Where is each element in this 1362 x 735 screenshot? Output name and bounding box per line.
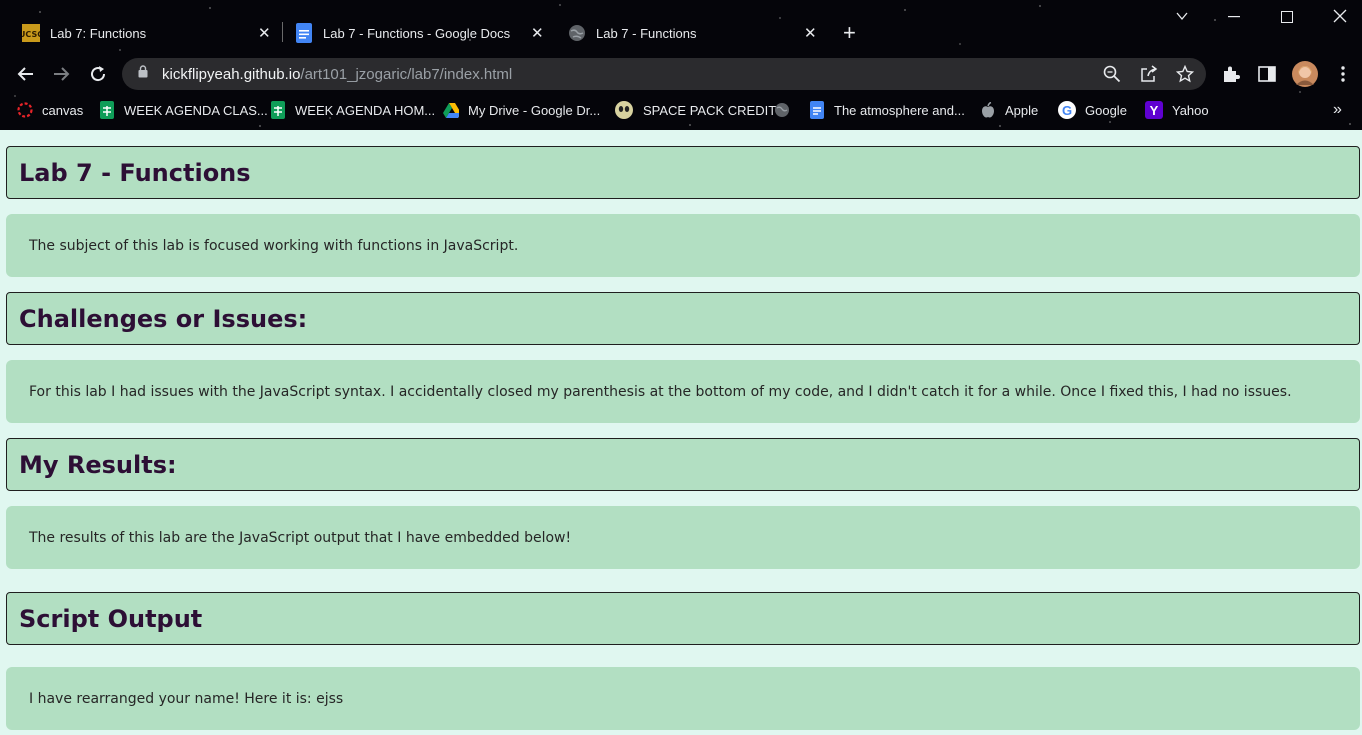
output-header: Script Output (6, 592, 1360, 645)
drive-icon (443, 102, 459, 118)
bookmarks-overflow-button[interactable]: » (1333, 98, 1342, 122)
challenges-section: For this lab I had issues with the JavaS… (6, 360, 1360, 423)
challenges-text: For this lab I had issues with the JavaS… (29, 383, 1292, 400)
minimize-icon[interactable] (1228, 4, 1240, 21)
results-header: My Results: (6, 438, 1360, 491)
apple-icon (980, 102, 996, 118)
bookmark-week-agenda-home[interactable]: WEEK AGENDA HOM... (270, 98, 435, 122)
tab-search-icon[interactable] (1176, 8, 1188, 24)
bookmark-label: SPACE PACK CREDIT (643, 102, 777, 118)
bookmark-yahoo[interactable]: Y Yahoo (1145, 98, 1209, 122)
bookmark-canvas[interactable]: canvas (17, 98, 83, 122)
share-icon[interactable] (1140, 65, 1158, 83)
bookmark-google[interactable]: G Google (1058, 98, 1127, 122)
bookmark-label: WEEK AGENDA CLAS... (124, 102, 268, 118)
zoom-icon[interactable] (1103, 65, 1121, 83)
lock-icon[interactable] (138, 65, 148, 83)
page-content: Lab 7 - Functions The subject of this la… (0, 130, 1362, 735)
close-tab-icon[interactable]: ✕ (804, 24, 817, 42)
bookmark-week-agenda-class[interactable]: WEEK AGENDA CLAS... (99, 98, 268, 122)
close-tab-icon[interactable]: ✕ (531, 24, 544, 42)
bookmark-label: The atmosphere and... (834, 102, 965, 118)
ucsc-favicon-icon: UCSC (22, 24, 40, 42)
bookmark-space-pack-credit[interactable]: SPACE PACK CREDIT (614, 98, 776, 122)
alien-icon (614, 100, 634, 120)
address-bar[interactable]: kickflipyeah.github.io/art101_jzogaric/l… (122, 58, 1206, 90)
sheets-icon (270, 101, 286, 119)
url-host: kickflipyeah.github.io (162, 65, 301, 83)
globe-icon (568, 24, 586, 42)
bookmark-label: Google (1085, 102, 1127, 118)
maximize-icon[interactable] (1281, 10, 1293, 26)
tab-lab7-functions-active[interactable]: Lab 7 - Functions ✕ (568, 14, 820, 52)
url-text[interactable]: kickflipyeah.github.io/art101_jzogaric/l… (162, 66, 512, 83)
title-header: Lab 7 - Functions (6, 146, 1360, 199)
intro-section: The subject of this lab is focused worki… (6, 214, 1360, 277)
bookmark-label: Apple (1005, 102, 1039, 118)
bookmark-my-drive[interactable]: My Drive - Google Dr... (443, 98, 600, 122)
tab-google-docs[interactable]: Lab 7 - Functions - Google Docs ✕ (295, 14, 547, 52)
svg-text:Y: Y (1150, 103, 1159, 118)
extensions-icon[interactable] (1222, 65, 1240, 83)
bookmark-apple[interactable]: Apple (980, 98, 1038, 122)
bookmark-label: WEEK AGENDA HOM... (295, 102, 436, 118)
forward-button[interactable] (50, 62, 74, 86)
menu-icon[interactable] (1334, 65, 1352, 83)
reload-button[interactable] (86, 62, 110, 86)
side-panel-icon[interactable] (1258, 65, 1276, 83)
bookmark-star-icon[interactable] (1176, 65, 1194, 83)
svg-text:G: G (1062, 103, 1072, 118)
results-heading: My Results: (19, 450, 177, 479)
svg-text:UCSC: UCSC (22, 30, 40, 39)
google-docs-icon (295, 23, 313, 43)
challenges-heading: Challenges or Issues: (19, 304, 308, 333)
results-section: The results of this lab are the JavaScri… (6, 506, 1360, 569)
browser-chrome: UCSC Lab 7: Functions ✕ Lab 7 - Function… (0, 0, 1362, 130)
tab-title: Lab 7: Functions (50, 25, 147, 41)
output-text: I have rearranged your name! Here it is:… (29, 690, 344, 707)
results-text: The results of this lab are the JavaScri… (29, 529, 572, 546)
bookmark-label: canvas (42, 102, 84, 118)
google-icon: G (1058, 101, 1076, 119)
output-heading: Script Output (19, 604, 203, 633)
bookmarks-bar: canvas WEEK AGENDA CLAS... WEEK AGENDA H… (0, 98, 1362, 122)
canvas-icon (17, 102, 33, 118)
intro-text: The subject of this lab is focused worki… (29, 237, 519, 254)
tab-separator (282, 22, 283, 42)
output-section: I have rearranged your name! Here it is:… (6, 667, 1360, 730)
bookmark-globe[interactable] (774, 98, 799, 122)
tab-title: Lab 7 - Functions (596, 25, 697, 41)
url-path: /art101_jzogaric/lab7/index.html (300, 65, 513, 83)
tab-title: Lab 7 - Functions - Google Docs (323, 25, 511, 41)
close-tab-icon[interactable]: ✕ (258, 24, 271, 42)
bookmark-atmosphere[interactable]: The atmosphere and... (809, 98, 965, 122)
globe-icon (774, 102, 790, 118)
sheets-icon (99, 101, 115, 119)
tab-lab7-functions[interactable]: UCSC Lab 7: Functions ✕ (22, 14, 274, 52)
challenges-header: Challenges or Issues: (6, 292, 1360, 345)
yahoo-icon: Y (1145, 101, 1163, 119)
bookmark-label: My Drive - Google Dr... (468, 102, 601, 118)
docs-icon (809, 101, 825, 119)
back-button[interactable] (13, 62, 37, 86)
profile-avatar[interactable] (1292, 61, 1318, 87)
close-window-icon[interactable] (1333, 9, 1347, 26)
new-tab-button[interactable]: + (843, 14, 863, 52)
bookmark-label: Yahoo (1172, 102, 1209, 118)
page-title: Lab 7 - Functions (19, 158, 251, 187)
